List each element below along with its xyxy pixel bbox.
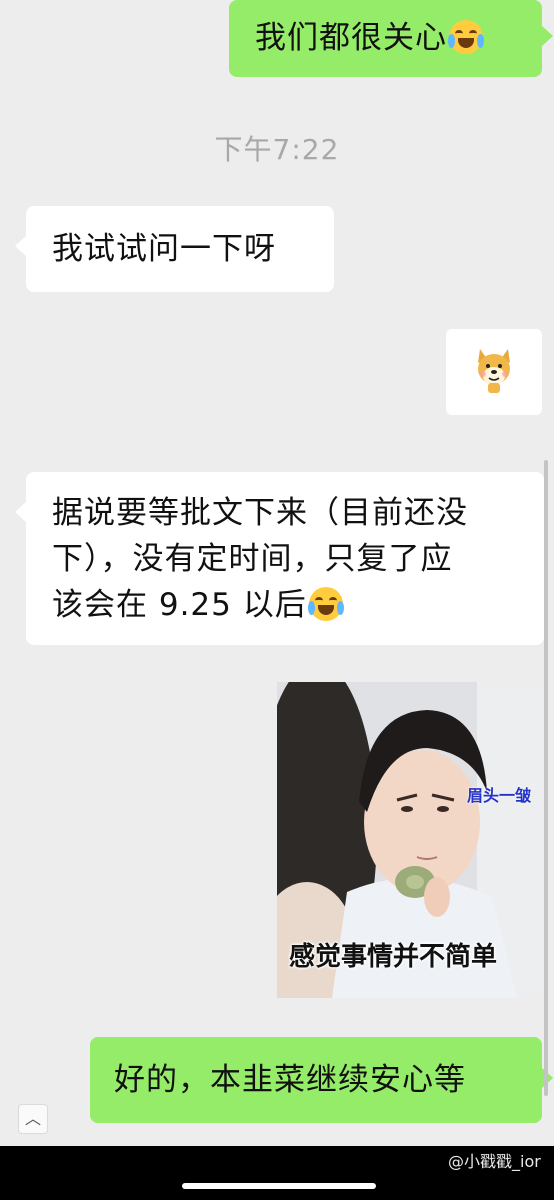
laughing-tears-emoji-icon	[307, 587, 344, 621]
message-line: 该会在 9.25 以后	[52, 587, 307, 623]
message-text: 好的，本韭菜继续安心等	[114, 1062, 466, 1098]
sticker-message[interactable]	[446, 329, 542, 415]
watermark: @小戳戳_ior	[448, 1152, 541, 1171]
message-line: 下），没有定时间，只复了应	[52, 541, 453, 577]
incoming-message[interactable]: 我试试问一下呀	[26, 206, 334, 292]
bubble-tail	[15, 502, 26, 522]
message-text: 我试试问一下呀	[52, 231, 276, 267]
scroll-to-top-button[interactable]: ︿	[18, 1104, 48, 1134]
crying-face-emoji-icon	[448, 20, 484, 54]
message-text: 我们都很关心	[255, 20, 447, 56]
bubble-tail	[542, 26, 553, 46]
outgoing-message[interactable]: 好的，本韭菜继续安心等	[90, 1037, 542, 1123]
message-line: 据说要等批文下来（目前还没	[52, 495, 468, 531]
scrollbar[interactable]	[544, 460, 548, 1096]
meme-caption: 感觉事情并不简单	[289, 942, 498, 972]
outgoing-message[interactable]: 我们都很关心	[229, 0, 542, 77]
meme-image-message[interactable]: 眉头一皱 感觉事情并不简单	[277, 682, 543, 998]
home-indicator[interactable]	[182, 1183, 376, 1189]
meme-side-caption: 眉头一皱	[467, 786, 532, 805]
timestamp: 下午7:22	[214, 133, 340, 166]
bubble-tail	[15, 236, 26, 256]
doge-sticker-icon	[478, 349, 510, 393]
incoming-message[interactable]: 据说要等批文下来（目前还没 下），没有定时间，只复了应 该会在 9.25 以后	[26, 472, 544, 645]
